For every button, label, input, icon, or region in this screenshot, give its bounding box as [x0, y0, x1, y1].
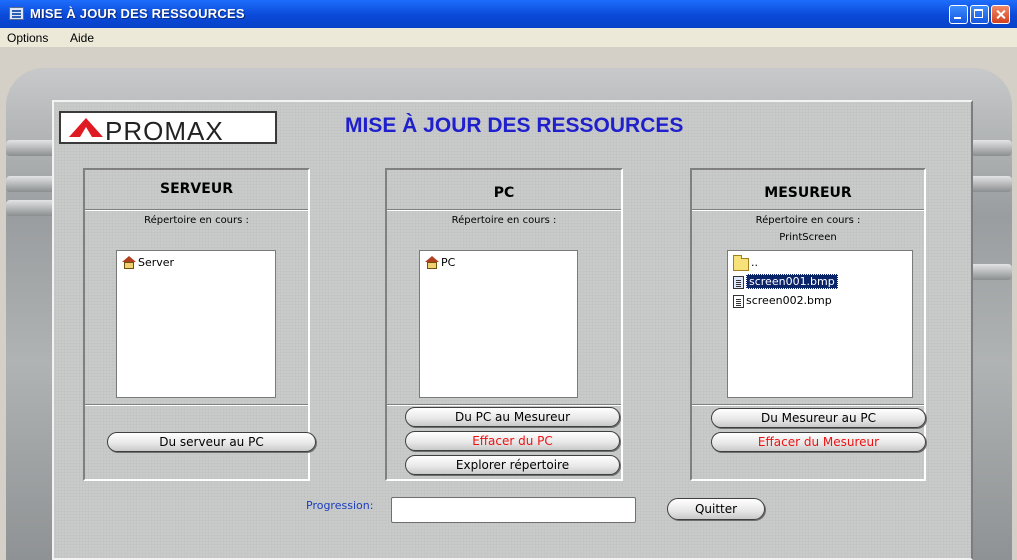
folder-icon	[733, 254, 749, 271]
meter-to-pc-button[interactable]: Du Mesureur au PC	[711, 408, 926, 428]
progress-field	[391, 497, 636, 523]
progress-label: Progression:	[306, 499, 374, 512]
app-icon	[9, 7, 24, 20]
delete-from-meter-button[interactable]: Effacer du Mesureur	[711, 432, 926, 452]
divider	[387, 209, 621, 211]
menu-bar: Options Aide	[0, 28, 1017, 47]
divider	[692, 209, 924, 211]
divider	[85, 209, 308, 211]
house-icon	[122, 256, 136, 270]
file-icon	[733, 275, 744, 289]
window-title: MISE À JOUR DES RESSOURCES	[30, 6, 245, 21]
meter-current-dir: PrintScreen	[779, 232, 837, 243]
pc-panel-title: PC	[493, 185, 515, 201]
meter-panel: MESUREUR Répertoire en cours : PrintScre…	[690, 168, 926, 481]
list-item[interactable]: PC	[425, 254, 455, 271]
menu-aide[interactable]: Aide	[70, 31, 94, 45]
server-panel: SERVEUR Répertoire en cours : Server Du …	[83, 168, 316, 481]
promax-logo: PROMAX	[59, 111, 277, 146]
list-item-selected[interactable]: screen001.bmp	[733, 273, 838, 290]
quit-button[interactable]: Quitter	[667, 498, 765, 520]
list-item-parent-folder[interactable]: ..	[733, 254, 758, 271]
list-item[interactable]: screen002.bmp	[733, 292, 832, 309]
divider	[387, 404, 621, 406]
pc-file-list[interactable]: PC	[419, 250, 578, 398]
meter-file-list[interactable]: .. screen001.bmp screen002.bmp	[727, 250, 913, 398]
page-title: MISE À JOUR DES RESSOURCES	[345, 114, 684, 137]
delete-from-pc-button[interactable]: Effacer du PC	[405, 431, 620, 451]
explore-directory-button[interactable]: Explorer répertoire	[405, 455, 620, 475]
pc-current-dir-label: Répertoire en cours :	[451, 215, 557, 226]
server-current-dir-label: Répertoire en cours :	[144, 215, 249, 226]
list-item[interactable]: Server	[122, 254, 174, 271]
maximize-button[interactable]	[970, 5, 989, 24]
close-button[interactable]	[991, 5, 1010, 24]
pc-panel: PC Répertoire en cours : PC Du PC au Mes…	[385, 168, 623, 481]
logo-text: PROMAX	[105, 116, 224, 146]
divider	[692, 404, 924, 406]
minimize-button[interactable]	[949, 5, 968, 24]
meter-current-dir-label: Répertoire en cours :	[755, 215, 861, 226]
pc-to-meter-button[interactable]: Du PC au Mesureur	[405, 407, 620, 427]
title-bar: MISE À JOUR DES RESSOURCES	[0, 0, 1017, 28]
server-panel-title: SERVEUR	[160, 181, 233, 197]
menu-options[interactable]: Options	[7, 31, 48, 45]
divider	[85, 404, 308, 406]
promax-logo-triangle-icon	[69, 118, 103, 137]
server-file-list[interactable]: Server	[116, 250, 276, 398]
meter-panel-title: MESUREUR	[764, 185, 852, 201]
house-icon	[425, 256, 439, 270]
server-to-pc-button[interactable]: Du serveur au PC	[107, 432, 316, 452]
file-icon	[733, 294, 744, 308]
